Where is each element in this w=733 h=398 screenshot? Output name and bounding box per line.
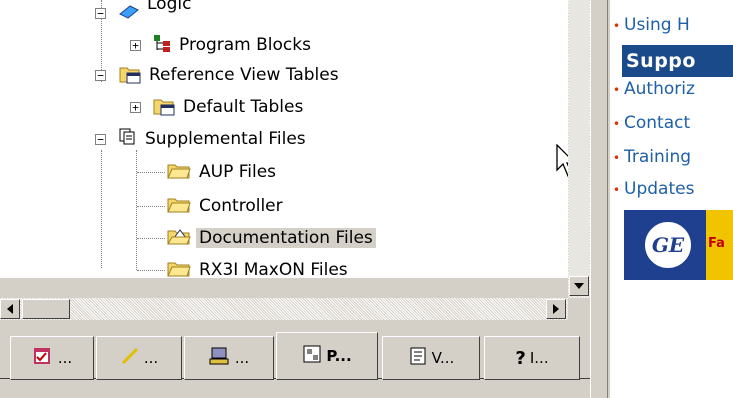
tree-item-default-tables[interactable]: Default Tables xyxy=(152,94,306,120)
tree-item-logic[interactable]: Logic xyxy=(118,0,194,26)
tab-info[interactable]: ? I... xyxy=(484,336,580,380)
tree-item-label: Reference View Tables xyxy=(149,65,339,85)
tree-item-program-blocks[interactable]: Program Blocks xyxy=(152,32,314,58)
collapse-toggle[interactable]: − xyxy=(95,134,106,145)
tree-item-label: AUP Files xyxy=(199,162,277,182)
tab-label: ... xyxy=(234,349,250,367)
tree-item-label: Supplemental Files xyxy=(145,129,306,149)
folder-icon xyxy=(166,160,192,185)
tab-label: I... xyxy=(529,349,549,367)
tab-project[interactable]: P... xyxy=(276,332,378,380)
bullet-icon: • xyxy=(613,117,621,131)
scroll-thumb[interactable] xyxy=(22,299,70,319)
tree-item-controller[interactable]: Controller xyxy=(166,193,286,219)
expand-toggle[interactable]: + xyxy=(130,40,141,51)
scroll-down-button[interactable] xyxy=(569,276,589,296)
tree-line xyxy=(137,238,165,239)
ge-logo-icon: GE xyxy=(642,219,694,271)
tree-item-label: Documentation Files xyxy=(196,228,376,248)
link-authorization[interactable]: Authoriz xyxy=(624,79,695,99)
help-panel: • Using H Suppo • Authoriz • Contact • T… xyxy=(610,0,733,398)
folder-icon xyxy=(166,194,192,219)
tree-item-label: Logic xyxy=(147,0,192,14)
collapse-toggle[interactable]: − xyxy=(95,70,106,81)
logic-icon xyxy=(118,2,140,25)
folder-table-icon xyxy=(118,62,142,89)
bullet-icon: • xyxy=(613,83,621,97)
tab-label: V... xyxy=(431,349,455,367)
scroll-left-button[interactable] xyxy=(0,299,20,319)
mouse-cursor-icon xyxy=(556,143,568,182)
bullet-icon: • xyxy=(613,151,621,165)
scroll-track[interactable] xyxy=(569,0,589,278)
scroll-doc-icon xyxy=(408,346,428,370)
bullet-icon: • xyxy=(613,19,621,33)
support-heading: Suppo xyxy=(622,45,733,77)
tree-item-label: Controller xyxy=(199,196,283,216)
tree-item-aup-files[interactable]: AUP Files xyxy=(166,159,279,185)
fanuc-text: Fa xyxy=(708,236,725,251)
folder-table-icon xyxy=(152,94,176,121)
expand-toggle[interactable]: + xyxy=(130,102,141,113)
pencil-icon xyxy=(120,346,140,370)
project-tree[interactable]: − Logic + Program Blocks − Reference Vie… xyxy=(0,0,568,278)
tree-item-label: Program Blocks xyxy=(179,35,311,55)
tab-variables[interactable]: V... xyxy=(382,336,480,380)
vertical-scrollbar[interactable] xyxy=(568,0,590,298)
tab-label: ... xyxy=(143,349,159,367)
tree-line xyxy=(136,150,137,270)
ge-logo-text: GE xyxy=(651,233,685,257)
tree-item-documentation-files[interactable]: Documentation Files xyxy=(166,225,376,251)
tree-item-reference-view-tables[interactable]: Reference View Tables xyxy=(118,62,342,88)
folder-open-icon xyxy=(166,226,192,251)
tree-item-label: Default Tables xyxy=(183,97,304,117)
folder-icon xyxy=(166,258,192,279)
tree-item-supplemental-files[interactable]: Supplemental Files xyxy=(118,126,309,152)
link-training[interactable]: Training xyxy=(624,147,691,167)
tab-1[interactable]: ... xyxy=(10,336,94,380)
bullet-icon: • xyxy=(613,183,621,197)
documents-icon xyxy=(118,127,138,152)
tree-item-label: RX3I MaxON Files xyxy=(199,260,348,278)
horizontal-scrollbar[interactable] xyxy=(0,298,568,320)
tab-2[interactable]: ... xyxy=(96,336,182,380)
tree-line xyxy=(137,206,165,207)
tab-label: P... xyxy=(326,347,352,365)
project-icon xyxy=(302,344,322,368)
tree-line xyxy=(137,172,165,173)
tree-item-rx3i-maxon-files[interactable]: RX3I MaxON Files xyxy=(166,257,351,278)
tab-label: ... xyxy=(57,349,73,367)
link-updates[interactable]: Updates xyxy=(624,179,694,199)
link-contact[interactable]: Contact xyxy=(624,113,690,133)
panel-tab-bar: ... ... ... P... V... ? I... xyxy=(0,320,598,398)
tree-line xyxy=(101,150,102,268)
computer-icon xyxy=(209,346,231,370)
scroll-right-button[interactable] xyxy=(546,299,566,319)
ge-fanuc-banner[interactable]: GE Fa xyxy=(624,210,733,280)
link-using-help[interactable]: Using H xyxy=(624,15,690,35)
tab-3[interactable]: ... xyxy=(184,336,274,380)
panel-splitter[interactable] xyxy=(590,0,608,398)
tree-line xyxy=(137,270,165,271)
help-icon: ? xyxy=(515,347,526,369)
checklist-icon xyxy=(32,346,54,370)
collapse-toggle[interactable]: − xyxy=(95,8,106,19)
program-blocks-icon xyxy=(152,33,172,58)
